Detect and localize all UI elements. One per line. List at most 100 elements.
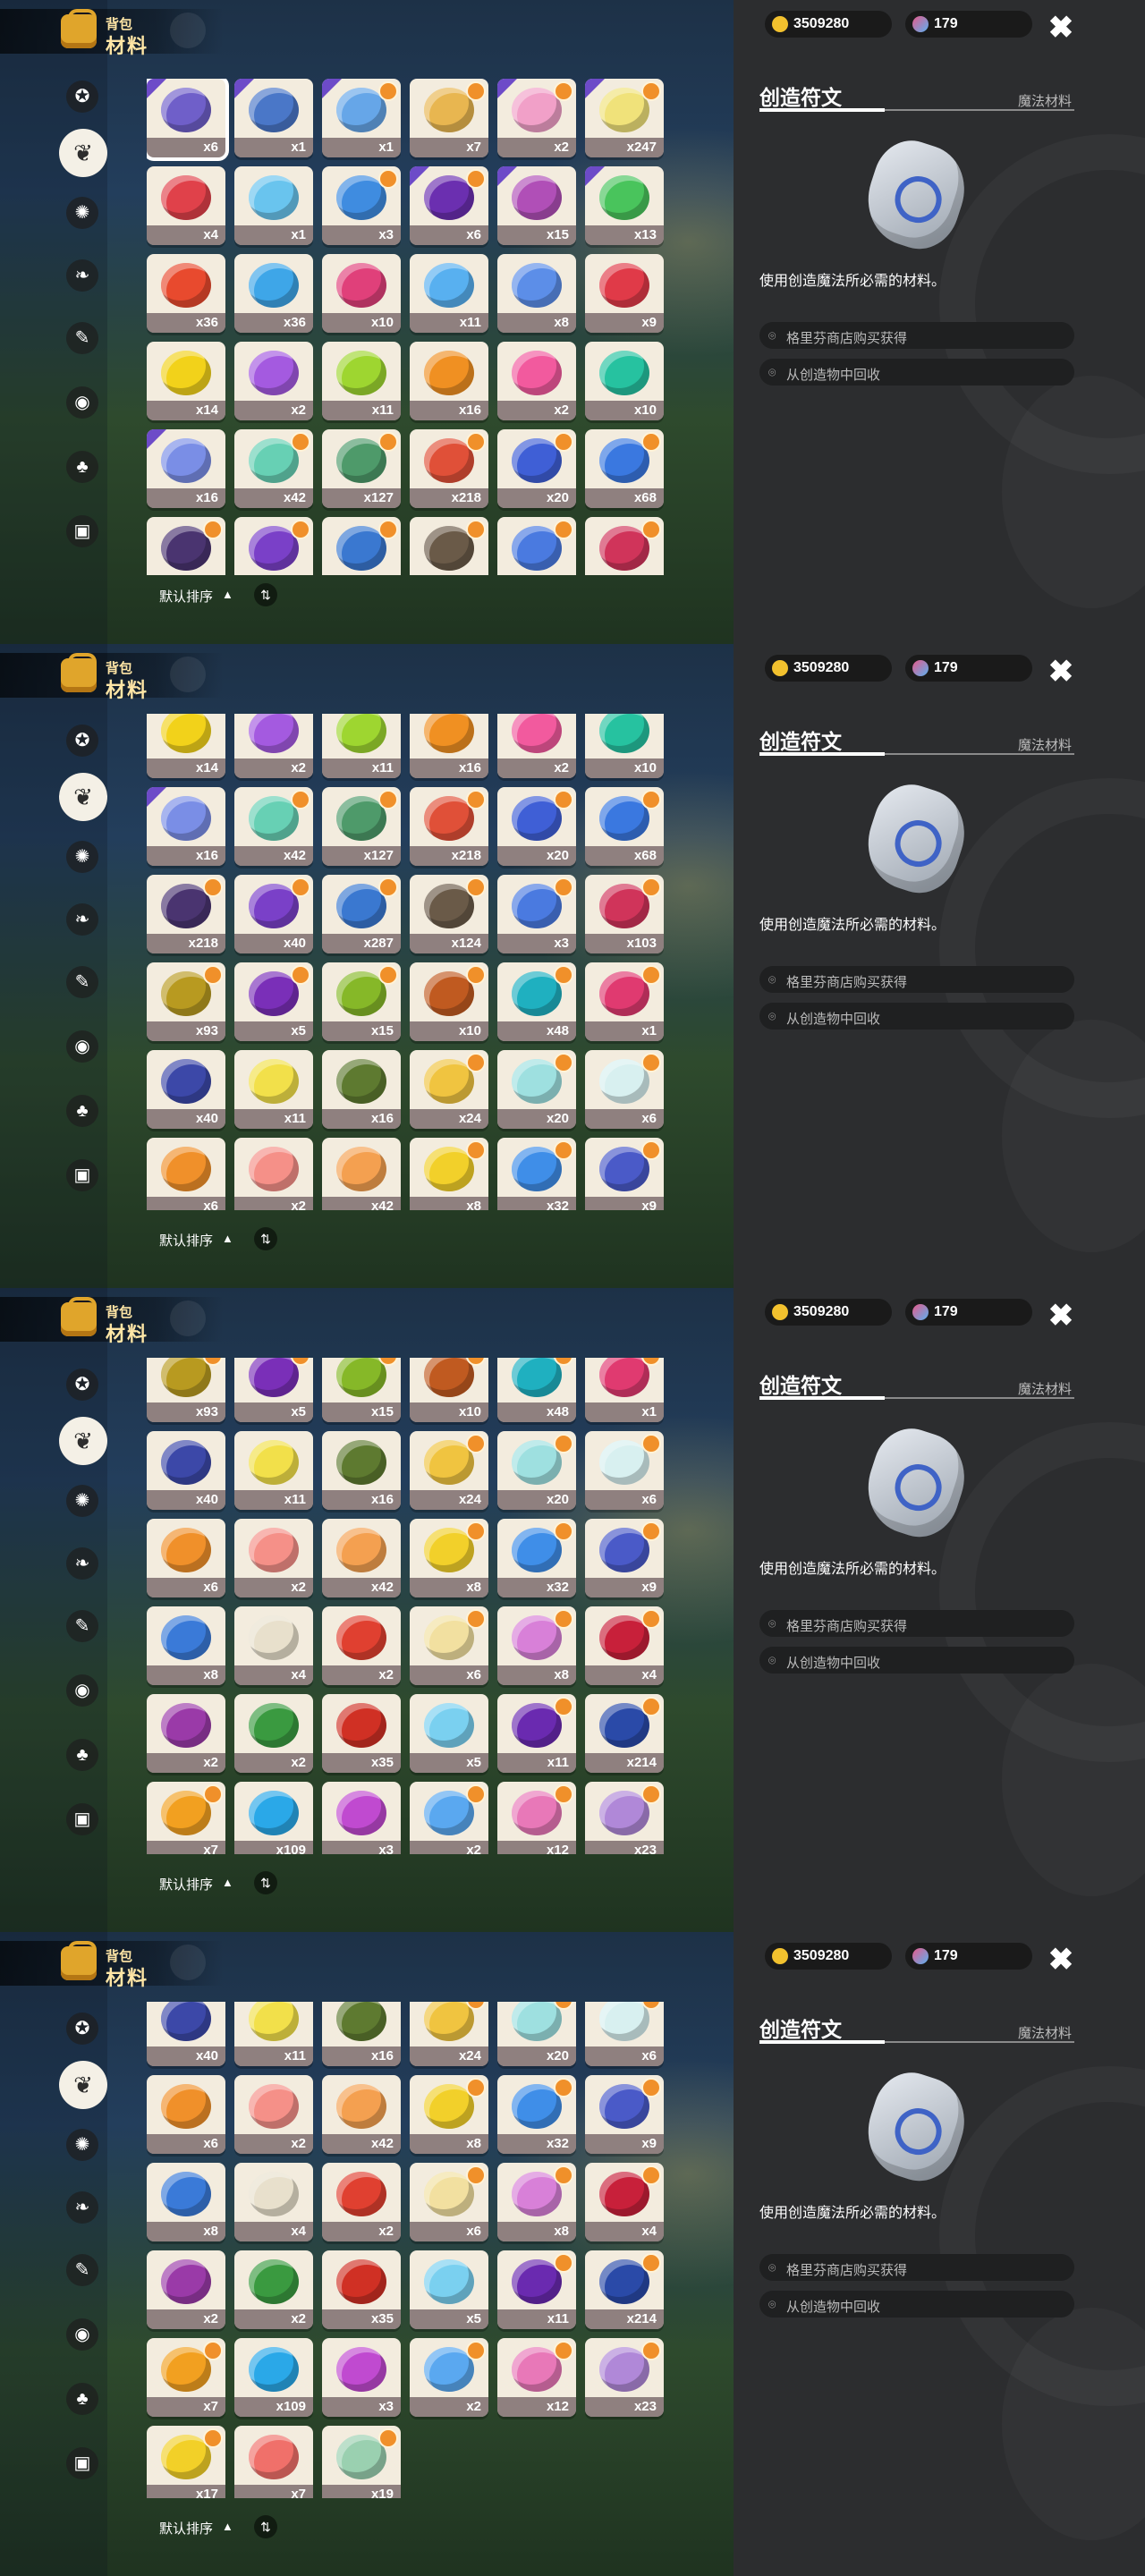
inventory-slot[interactable]: x36 <box>147 254 225 333</box>
chest-tab[interactable]: ▣ <box>66 2447 98 2479</box>
inventory-slot[interactable]: x2 <box>497 342 576 420</box>
inventory-slot[interactable]: x1 <box>585 962 664 1041</box>
inventory-slot[interactable]: x32 <box>497 2075 576 2154</box>
sort-swap-icon[interactable]: ⇅ <box>254 2515 277 2538</box>
chest-tab[interactable]: ▣ <box>66 515 98 547</box>
scroll-tab[interactable]: ✎ <box>66 2254 98 2286</box>
inventory-slot[interactable]: x4 <box>234 1606 313 1685</box>
inventory-slot[interactable]: x124 <box>410 875 488 953</box>
inventory-slot[interactable]: x1 <box>234 166 313 245</box>
inventory-slot[interactable]: x8 <box>147 2163 225 2241</box>
gear-tab[interactable]: ✺ <box>66 197 98 229</box>
inventory-slot[interactable]: x11 <box>497 2250 576 2329</box>
inventory-slot[interactable]: x24 <box>410 1431 488 1510</box>
inventory-slot[interactable]: x2 <box>234 2075 313 2154</box>
leaf-tab[interactable]: ❧ <box>66 903 98 936</box>
inventory-slot[interactable]: x12 <box>497 2338 576 2417</box>
inventory-slot[interactable]: x7 <box>234 2426 313 2498</box>
inventory-slot[interactable]: x42 <box>234 429 313 508</box>
inventory-slot[interactable]: x2 <box>497 79 576 157</box>
gear-tab[interactable]: ✺ <box>66 2129 98 2161</box>
inventory-slot[interactable]: x15 <box>497 166 576 245</box>
leaf-tab[interactable]: ❧ <box>66 259 98 292</box>
close-button[interactable]: ✖ <box>1047 657 1074 687</box>
inventory-slot[interactable]: x218 <box>147 517 225 575</box>
inventory-slot[interactable]: x42 <box>234 787 313 866</box>
inventory-slot[interactable]: x6 <box>147 2075 225 2154</box>
inventory-slot[interactable]: x2 <box>234 342 313 420</box>
inventory-slot[interactable]: x42 <box>322 1519 401 1597</box>
inventory-slot[interactable]: x103 <box>585 875 664 953</box>
inventory-slot[interactable]: x23 <box>585 1782 664 1854</box>
inventory-slot[interactable]: x7 <box>147 1782 225 1854</box>
orb-tab[interactable]: ◉ <box>66 1030 98 1063</box>
star-tab[interactable]: ✪ <box>66 2012 98 2045</box>
inventory-slot[interactable]: x19 <box>322 2426 401 2498</box>
inventory-slot[interactable]: x48 <box>497 962 576 1041</box>
orb-tab[interactable]: ◉ <box>66 2318 98 2351</box>
inventory-slot[interactable]: x6 <box>585 1431 664 1510</box>
inventory-slot[interactable]: x214 <box>585 1694 664 1773</box>
sort-arrow-icon[interactable]: ▲ <box>222 2520 233 2533</box>
inventory-slot[interactable]: x11 <box>234 1050 313 1129</box>
inventory-slot[interactable]: x2 <box>410 2338 488 2417</box>
inventory-slot[interactable]: x23 <box>585 2338 664 2417</box>
inventory-slot[interactable]: x15 <box>322 1358 401 1422</box>
gear-tab[interactable]: ✺ <box>66 841 98 873</box>
inventory-slot[interactable]: x6 <box>147 1138 225 1210</box>
inventory-slot[interactable]: x40 <box>234 517 313 575</box>
materials-tab[interactable]: ❦ <box>59 1417 107 1465</box>
inventory-slot[interactable]: x2 <box>234 714 313 778</box>
inventory-slot[interactable]: x2 <box>322 2163 401 2241</box>
inventory-slot[interactable]: x3 <box>497 517 576 575</box>
inventory-slot[interactable]: x3 <box>497 875 576 953</box>
inventory-slot[interactable]: x109 <box>234 1782 313 1854</box>
inventory-slot[interactable]: x24 <box>410 1050 488 1129</box>
inventory-slot[interactable]: x218 <box>147 875 225 953</box>
source-recycle[interactable]: ⌾ 从创造物中回收 <box>759 1003 1074 1030</box>
inventory-slot[interactable]: x16 <box>410 714 488 778</box>
materials-tab[interactable]: ❦ <box>59 129 107 177</box>
inventory-slot[interactable]: x11 <box>497 1694 576 1773</box>
inventory-slot[interactable]: x35 <box>322 1694 401 1773</box>
inventory-slot[interactable]: x8 <box>147 1606 225 1685</box>
inventory-slot[interactable]: x32 <box>497 1519 576 1597</box>
inventory-slot[interactable]: x42 <box>322 1138 401 1210</box>
inventory-slot[interactable]: x6 <box>147 1519 225 1597</box>
inventory-slot[interactable]: x24 <box>410 2002 488 2066</box>
inventory-slot[interactable]: x1 <box>322 79 401 157</box>
inventory-slot[interactable]: x20 <box>497 787 576 866</box>
inventory-slot[interactable]: x103 <box>585 517 664 575</box>
chest-tab[interactable]: ▣ <box>66 1159 98 1191</box>
inventory-slot[interactable]: x68 <box>585 429 664 508</box>
inventory-slot[interactable]: x16 <box>147 429 225 508</box>
inventory-slot[interactable]: x93 <box>147 1358 225 1422</box>
inventory-slot[interactable]: x10 <box>410 1358 488 1422</box>
inventory-slot[interactable]: x11 <box>234 1431 313 1510</box>
inventory-slot[interactable]: x218 <box>410 429 488 508</box>
inventory-slot[interactable]: x10 <box>322 254 401 333</box>
sort-arrow-icon[interactable]: ▲ <box>222 588 233 601</box>
inventory-slot[interactable]: x3 <box>322 1782 401 1854</box>
inventory-slot[interactable]: x40 <box>234 875 313 953</box>
orb-tab[interactable]: ◉ <box>66 1674 98 1707</box>
inventory-slot[interactable]: x4 <box>147 166 225 245</box>
source-recycle[interactable]: ⌾ 从创造物中回收 <box>759 359 1074 386</box>
inventory-slot[interactable]: x11 <box>234 2002 313 2066</box>
inventory-slot[interactable]: x48 <box>497 1358 576 1422</box>
inventory-slot[interactable]: x16 <box>322 1050 401 1129</box>
inventory-slot[interactable]: x7 <box>410 79 488 157</box>
inventory-slot[interactable]: x9 <box>585 1519 664 1597</box>
star-tab[interactable]: ✪ <box>66 80 98 113</box>
inventory-slot[interactable]: x5 <box>410 2250 488 2329</box>
source-recycle[interactable]: ⌾ 从创造物中回收 <box>759 2291 1074 2318</box>
inventory-slot[interactable]: x8 <box>410 1138 488 1210</box>
sort-label[interactable]: 默认排序 <box>159 1875 213 1894</box>
inventory-slot[interactable]: x5 <box>234 962 313 1041</box>
seed-tab[interactable]: ♣ <box>66 1739 98 1771</box>
inventory-slot[interactable]: x3 <box>322 166 401 245</box>
sort-label[interactable]: 默认排序 <box>159 587 213 606</box>
inventory-slot[interactable]: x10 <box>410 962 488 1041</box>
inventory-slot[interactable]: x2 <box>497 714 576 778</box>
leaf-tab[interactable]: ❧ <box>66 2191 98 2224</box>
